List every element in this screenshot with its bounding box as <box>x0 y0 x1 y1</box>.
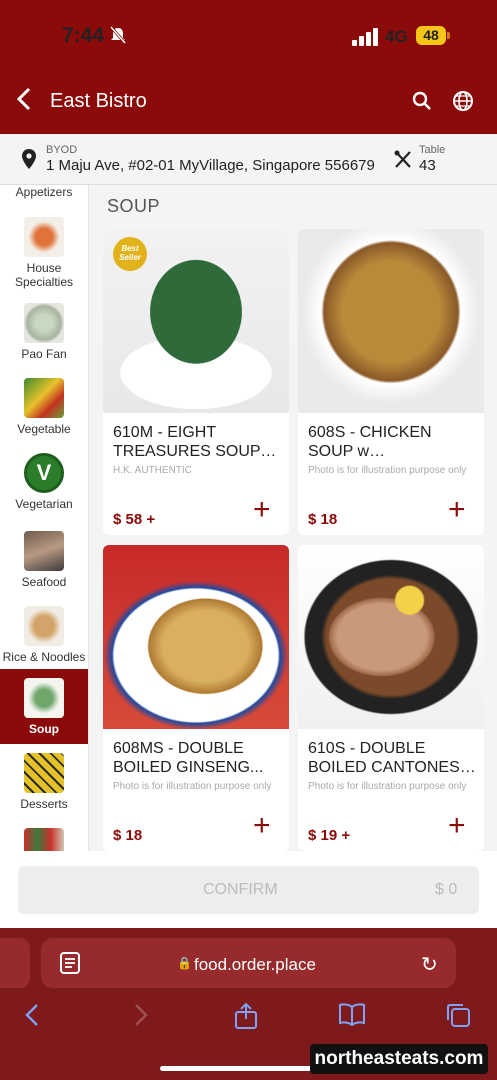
bookmarks-icon[interactable] <box>338 1002 366 1033</box>
sidebar-item-label: Desserts <box>20 797 68 811</box>
vegetable-thumbnail <box>24 378 64 418</box>
sidebar-item-seafood[interactable]: Seafood <box>0 531 88 589</box>
reload-icon[interactable]: ↻ <box>421 952 438 977</box>
lock-icon: 🔒 <box>177 956 192 970</box>
browser-forward-icon[interactable] <box>133 1002 149 1035</box>
best-seller-badge: Best Seller <box>113 237 147 271</box>
network-type: 4G <box>385 27 408 46</box>
menu-item-card[interactable]: 608S - CHICKEN SOUP w CORDYCEPS... Photo… <box>298 229 484 535</box>
url-text: food.order.place <box>194 955 316 974</box>
rice-noodles-thumbnail <box>24 606 64 646</box>
cutlery-icon <box>393 149 413 174</box>
dish-photo <box>298 545 484 729</box>
dish-price: $ 18 <box>308 511 338 528</box>
add-item-icon[interactable]: + <box>253 811 271 841</box>
sidebar-item-label: House Specialties <box>14 261 74 289</box>
menu-item-card[interactable]: Best Seller 610M - EIGHT TREASURES SOUP … <box>103 229 289 535</box>
sidebar-item-label: Seafood <box>21 575 67 589</box>
sidebar-item-vegetarian[interactable]: V Vegetarian <box>0 453 88 511</box>
byod-label: BYOD <box>46 144 78 156</box>
dish-price: $ 58 + <box>113 511 156 528</box>
cellular-signal-icon <box>352 28 380 46</box>
globe-icon[interactable] <box>452 90 474 117</box>
dish-subtitle: Photo is for illustration purpose only <box>308 465 467 476</box>
restaurant-title: East Bistro <box>50 90 147 112</box>
soup-thumbnail <box>24 678 64 718</box>
vegetarian-v-icon: V <box>24 453 64 493</box>
restaurant-address: 1 Maju Ave, #02-01 MyVillage, Singapore … <box>46 157 375 174</box>
menu-item-card[interactable]: 610S - DOUBLE BOILED CANTONESE SOUP Phot… <box>298 545 484 851</box>
dish-subtitle: Photo is for illustration purpose only <box>308 781 467 792</box>
sidebar-item-label: Appetizers <box>15 185 73 199</box>
battery-icon: 48 <box>416 26 446 45</box>
dish-subtitle: H.K. AUTHENTIC <box>113 465 192 476</box>
sidebar-item-desserts[interactable]: Desserts <box>0 753 88 811</box>
dish-name: 608MS - DOUBLE BOILED GINSENG... <box>113 740 264 776</box>
share-icon[interactable] <box>234 1002 258 1037</box>
table-label: Table <box>419 144 446 156</box>
drinks-thumbnail <box>24 828 64 851</box>
dish-subtitle: Photo is for illustration purpose only <box>113 781 272 792</box>
sidebar-item-pao-fan[interactable]: Pao Fan <box>0 303 88 361</box>
sidebar-item-drinks[interactable] <box>0 828 88 851</box>
sidebar-item-label: Soup <box>29 722 59 736</box>
sidebar-item-label: Pao Fan <box>21 347 67 361</box>
section-title: SOUP <box>107 196 161 216</box>
sidebar-item-vegetable[interactable]: Vegetable <box>0 378 88 436</box>
previous-tab-preview[interactable] <box>0 938 30 988</box>
confirm-label: CONFIRM <box>203 881 278 898</box>
silent-bell-icon <box>109 26 127 48</box>
desserts-thumbnail <box>24 753 64 793</box>
reader-mode-icon[interactable] <box>60 952 80 979</box>
clock: 7:44 <box>62 24 105 47</box>
category-sidebar: Appetizers House Specialties Pao Fan Veg… <box>0 185 89 851</box>
table-number: 43 <box>419 157 436 174</box>
menu-item-card[interactable]: 608MS - DOUBLE BOILED GINSENG... Photo i… <box>103 545 289 851</box>
back-arrow-icon[interactable] <box>16 86 32 119</box>
pao-fan-thumbnail <box>24 303 64 343</box>
sidebar-item-label: Vegetable <box>17 422 71 436</box>
home-indicator <box>160 1066 335 1071</box>
dish-photo <box>103 545 289 729</box>
dish-photo <box>298 229 484 413</box>
sidebar-item-house-specialties[interactable]: House Specialties <box>0 217 88 289</box>
add-item-icon[interactable]: + <box>448 495 466 525</box>
sidebar-item-soup[interactable]: Soup <box>0 669 88 744</box>
tabs-icon[interactable] <box>445 1002 471 1035</box>
dish-name: 610S - DOUBLE BOILED CANTONESE SOUP <box>308 740 471 776</box>
dish-price: $ 18 <box>113 827 143 844</box>
cart-total: $ 0 <box>435 881 458 898</box>
browser-back-icon[interactable] <box>24 1002 40 1035</box>
dish-name: 608S - CHICKEN SOUP w CORDYCEPS... <box>308 424 432 460</box>
sidebar-item-label: Vegetarian <box>15 497 73 511</box>
house-specialties-thumbnail <box>24 217 64 257</box>
location-pin-icon <box>22 149 36 174</box>
watermark: northeasteats.com <box>310 1044 488 1074</box>
dish-price: $ 19 + <box>308 827 351 844</box>
dish-name: 610M - EIGHT TREASURES SOUP in... <box>113 424 261 460</box>
add-item-icon[interactable]: + <box>448 811 466 841</box>
battery-tip <box>447 32 450 39</box>
sidebar-item-rice-noodles[interactable]: Rice & Noodles <box>0 606 88 664</box>
sidebar-item-appetizers[interactable]: Appetizers <box>0 185 88 199</box>
add-item-icon[interactable]: + <box>253 495 271 525</box>
seafood-thumbnail <box>24 531 64 571</box>
sidebar-item-label: Rice & Noodles <box>2 650 86 664</box>
search-icon[interactable] <box>412 91 432 116</box>
